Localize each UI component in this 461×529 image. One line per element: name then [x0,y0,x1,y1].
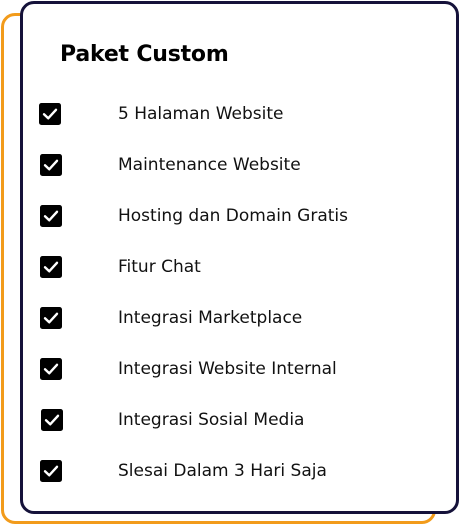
feature-label: Integrasi Website Internal [118,359,337,379]
checkbox-checked-icon [40,205,62,227]
checkbox-checked-icon [40,460,62,482]
checkbox-checked-icon [39,103,61,125]
feature-item: Hosting dan Domain Gratis [23,202,456,232]
feature-item: Integrasi Sosial Media [23,406,456,436]
feature-label: Integrasi Sosial Media [118,410,305,430]
feature-item: Maintenance Website [23,151,456,181]
feature-label: Fitur Chat [118,257,201,277]
feature-label: Hosting dan Domain Gratis [118,206,348,226]
feature-item: Integrasi Marketplace [23,304,456,334]
feature-label: Maintenance Website [118,155,301,175]
checkbox-checked-icon [40,256,62,278]
feature-item: Slesai Dalam 3 Hari Saja [23,457,456,487]
feature-item: 5 Halaman Website [23,100,456,130]
feature-list: 5 Halaman Website Maintenance Website Ho… [23,4,456,511]
checkbox-checked-icon [41,409,63,431]
package-card: Paket Custom 5 Halaman Website Maintenan… [20,1,459,514]
feature-label: Integrasi Marketplace [118,308,303,328]
feature-label: Slesai Dalam 3 Hari Saja [118,461,327,481]
feature-item: Fitur Chat [23,253,456,283]
feature-item: Integrasi Website Internal [23,355,456,385]
checkbox-checked-icon [40,358,62,380]
checkbox-checked-icon [40,154,62,176]
feature-label: 5 Halaman Website [118,104,284,124]
checkbox-checked-icon [40,307,62,329]
